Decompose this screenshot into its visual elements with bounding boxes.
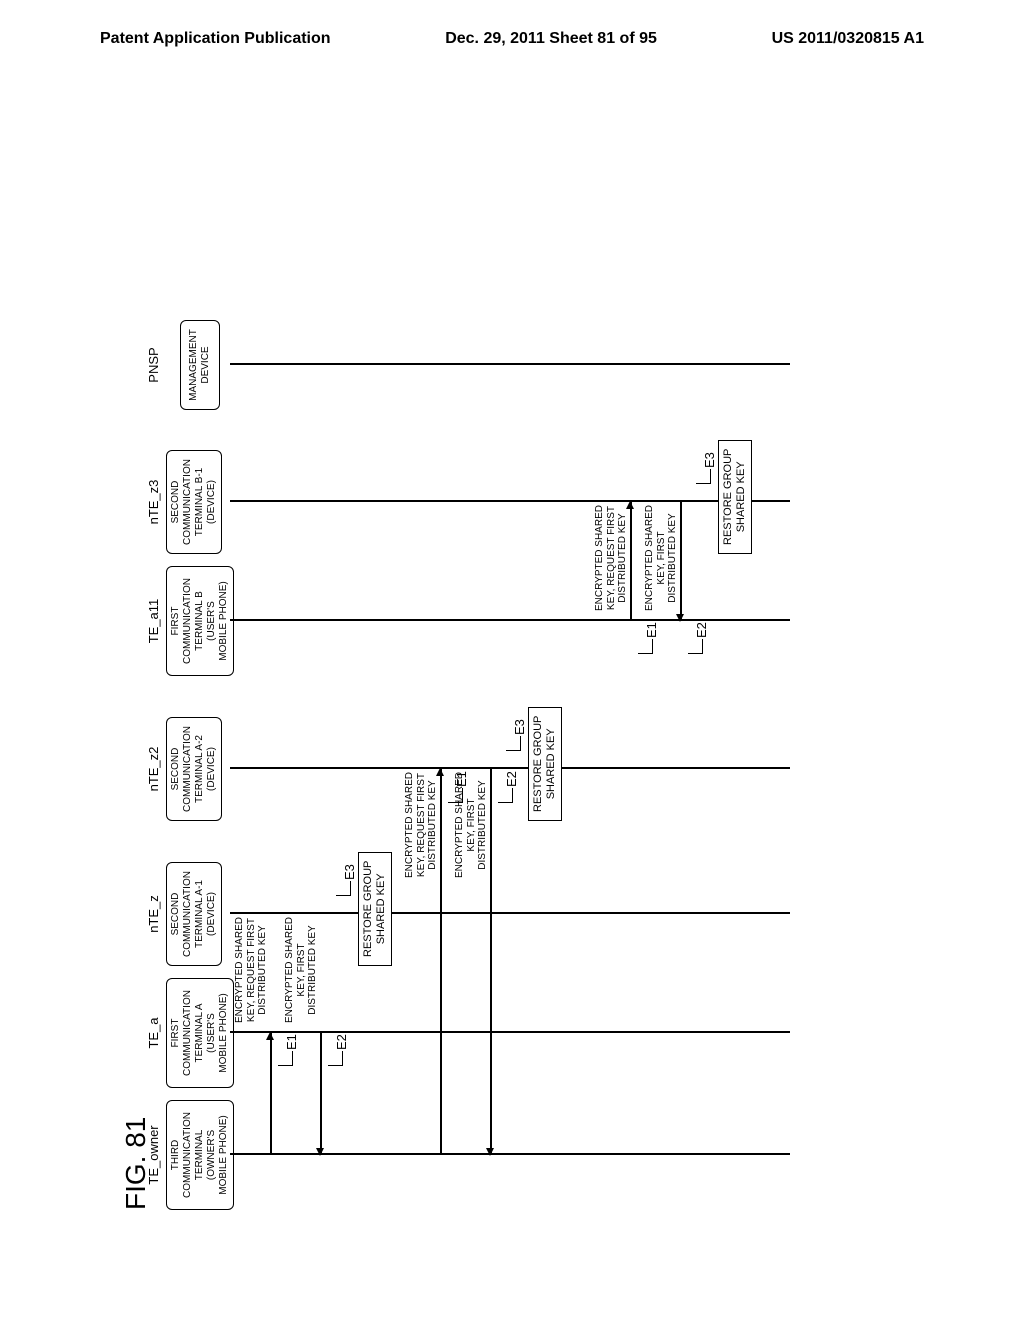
lane-box-tea: FIRST COMMUNICATION TERMINAL A (USER'S M… <box>166 978 234 1088</box>
lane-id-ntez: nTE_z <box>146 862 164 966</box>
step-e1-3: E1 <box>644 622 659 638</box>
msg-resp-3: ENCRYPTED SHARED KEY, FIRST DISTRIBUTED … <box>644 498 679 618</box>
arrow-owner-ntez2 <box>440 769 442 1155</box>
arrow-tea-owner-1 <box>320 1033 322 1155</box>
msg-req-1: ENCRYPTED SHARED KEY, REQUEST FIRST DIST… <box>234 910 269 1030</box>
header-left: Patent Application Publication <box>100 30 331 48</box>
lane-box-ntez3: SECOND COMMUNICATION TERMINAL B-1 (DEVIC… <box>166 450 222 554</box>
lane-id-ntez2: nTE_z2 <box>146 717 164 821</box>
action-restore-3: RESTORE GROUP SHARED KEY <box>718 440 752 554</box>
step-e2-1: E2 <box>334 1034 349 1050</box>
arrow-tea11-ntez3 <box>630 502 632 621</box>
step-e2-3: E2 <box>694 622 709 638</box>
lane-box-pnsp: MANAGEMENT DEVICE <box>180 320 220 410</box>
timeline-ntez3 <box>230 501 790 503</box>
step-e1-1: E1 <box>284 1034 299 1050</box>
msg-req-3: ENCRYPTED SHARED KEY, REQUEST FIRST DIST… <box>594 498 629 618</box>
diagram-area: ENCRYPTED SHARED KEY, REQUEST FIRST DIST… <box>230 170 790 1150</box>
arrow-ntez2-owner <box>490 769 492 1155</box>
action-restore-1: RESTORE GROUP SHARED KEY <box>358 852 392 966</box>
header-right: US 2011/0320815 A1 <box>772 30 924 48</box>
lane-id-owner: TE_owner <box>146 1100 164 1210</box>
arrow-ntez3-tea11 <box>680 502 682 621</box>
arrow-owner-tea-1 <box>270 1033 272 1155</box>
msg-resp-2: ENCRYPTED SHARED KEY, FIRST DISTRIBUTED … <box>454 765 489 885</box>
page-header: Patent Application Publication Dec. 29, … <box>0 0 1024 58</box>
timeline-pnsp <box>230 364 790 366</box>
lane-box-ntez2: SECOND COMMUNICATION TERMINAL A-2 (DEVIC… <box>166 717 222 821</box>
timeline-tea11 <box>230 620 790 622</box>
step-e3-1: E3 <box>342 864 357 880</box>
timeline-owner <box>230 1154 790 1156</box>
msg-req-2: ENCRYPTED SHARED KEY, REQUEST FIRST DIST… <box>404 765 439 885</box>
lane-id-pnsp: PNSP <box>146 320 164 410</box>
timeline-tea <box>230 1032 790 1034</box>
lane-box-tea11: FIRST COMMUNICATION TERMINAL B (USER'S M… <box>166 566 234 676</box>
msg-resp-1: ENCRYPTED SHARED KEY, FIRST DISTRIBUTED … <box>284 910 319 1030</box>
action-restore-2: RESTORE GROUP SHARED KEY <box>528 707 562 821</box>
header-center: Dec. 29, 2011 Sheet 81 of 95 <box>445 30 657 48</box>
step-e2-2: E2 <box>504 771 519 787</box>
lane-box-owner: THIRD COMMUNICATION TERMINAL (OWNER'S MO… <box>166 1100 234 1210</box>
lane-id-tea11: TE_a11 <box>146 566 164 676</box>
step-e3-3: E3 <box>702 452 717 468</box>
lane-box-ntez: SECOND COMMUNICATION TERMINAL A-1 (DEVIC… <box>166 862 222 966</box>
step-e3-2: E3 <box>512 719 527 735</box>
lane-id-tea: TE_a <box>146 978 164 1088</box>
lane-id-ntez3: nTE_z3 <box>146 450 164 554</box>
timeline-ntez2 <box>230 768 790 770</box>
figure-container: FIG. 81 TE_owner THIRD COMMUNICATION TER… <box>0 345 985 1025</box>
